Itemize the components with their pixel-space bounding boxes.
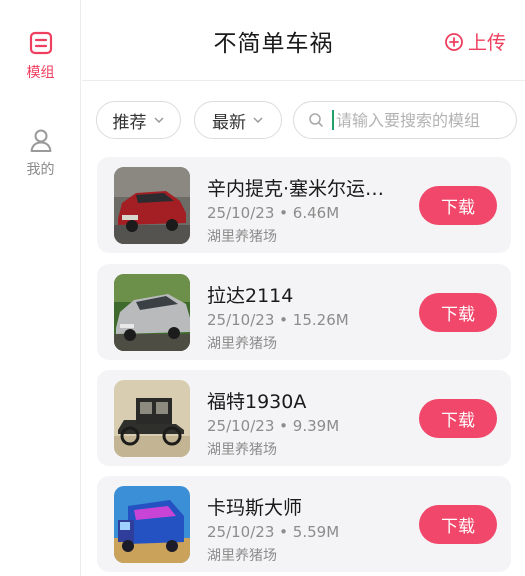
mod-title: 福特1930A: [207, 391, 307, 413]
silver-sedan-image: [114, 274, 190, 351]
mod-date: 25/10/23: [207, 417, 275, 435]
sidebar-item-label: 我的: [26, 162, 55, 178]
download-button[interactable]: 下载: [419, 293, 497, 332]
mod-author: 湖里养猪场: [207, 336, 277, 352]
mod-card[interactable]: 卡玛斯大师 25/10/23 • 5.59M 湖里养猪场 下载: [97, 476, 511, 572]
mod-meta: 25/10/23 • 6.46M: [207, 204, 339, 222]
mod-card[interactable]: 拉达2114 25/10/23 • 15.26M 湖里养猪场 下载: [97, 264, 511, 360]
user-icon: [30, 129, 51, 152]
sidebar-item-mods[interactable]: 模组: [0, 30, 81, 82]
chevron-down-icon: [253, 117, 263, 124]
meta-separator: •: [279, 204, 289, 222]
chevron-down-icon: [153, 117, 164, 124]
recommend-label: 推荐: [112, 112, 147, 133]
recommend-dropdown[interactable]: 推荐: [96, 101, 181, 139]
mod-meta: 25/10/23 • 9.39M: [207, 417, 339, 435]
mod-list-icon: [29, 31, 52, 55]
search-box[interactable]: [293, 101, 517, 139]
page-title: 不简单车祸: [213, 31, 334, 57]
download-button[interactable]: 下载: [419, 505, 497, 544]
mod-date: 25/10/23: [207, 204, 275, 222]
add-circle-icon: [445, 32, 463, 51]
download-button[interactable]: 下载: [419, 186, 497, 225]
sidebar-item-mine[interactable]: 我的: [0, 127, 81, 179]
header: 不简单车祸 上传: [82, 0, 525, 81]
meta-separator: •: [279, 523, 289, 541]
mod-date: 25/10/23: [207, 311, 275, 329]
sidebar: 模组 我的: [0, 0, 81, 576]
mod-size: 6.46M: [292, 204, 340, 222]
mod-thumbnail: [114, 274, 190, 351]
mod-thumbnail: [114, 380, 190, 457]
mod-card[interactable]: 福特1930A 25/10/23 • 9.39M 湖里养猪场 下载: [97, 370, 511, 466]
sidebar-item-label: 模组: [26, 65, 55, 81]
search-input[interactable]: [336, 110, 516, 130]
mod-author: 湖里养猪场: [207, 229, 277, 245]
mod-size: 9.39M: [292, 417, 340, 435]
download-button[interactable]: 下载: [419, 399, 497, 438]
truck-image: [114, 486, 190, 563]
mod-size: 5.59M: [292, 523, 340, 541]
mod-meta: 25/10/23 • 5.59M: [207, 523, 339, 541]
search-icon: [309, 113, 323, 127]
text-cursor: [332, 110, 334, 130]
red-sedan-image: [114, 167, 190, 244]
upload-label: 上传: [468, 32, 507, 54]
mod-size: 15.26M: [292, 311, 349, 329]
meta-separator: •: [279, 311, 289, 329]
mod-meta: 25/10/23 • 15.26M: [207, 311, 349, 329]
mod-title: 辛内提克·塞米尔运…: [207, 178, 385, 200]
filter-bar: 推荐 最新: [82, 98, 525, 142]
latest-label: 最新: [212, 112, 246, 133]
mod-card[interactable]: 辛内提克·塞米尔运… 25/10/23 • 6.46M 湖里养猪场 下载: [97, 157, 511, 253]
meta-separator: •: [279, 417, 289, 435]
mod-thumbnail: [114, 167, 190, 244]
mod-date: 25/10/23: [207, 523, 275, 541]
mod-author: 湖里养猪场: [207, 548, 277, 564]
vintage-car-image: [114, 380, 190, 457]
mod-thumbnail: [114, 486, 190, 563]
mod-title: 卡玛斯大师: [207, 497, 303, 519]
mod-author: 湖里养猪场: [207, 442, 277, 458]
app-root: 模组 我的 不简单车祸 上传 推荐 最新 请输入要搜索的模组 辛内提克·塞米尔运…: [0, 0, 525, 576]
latest-dropdown[interactable]: 最新: [194, 101, 282, 139]
mod-title: 拉达2114: [207, 285, 294, 307]
upload-button[interactable]: 上传: [444, 28, 506, 55]
